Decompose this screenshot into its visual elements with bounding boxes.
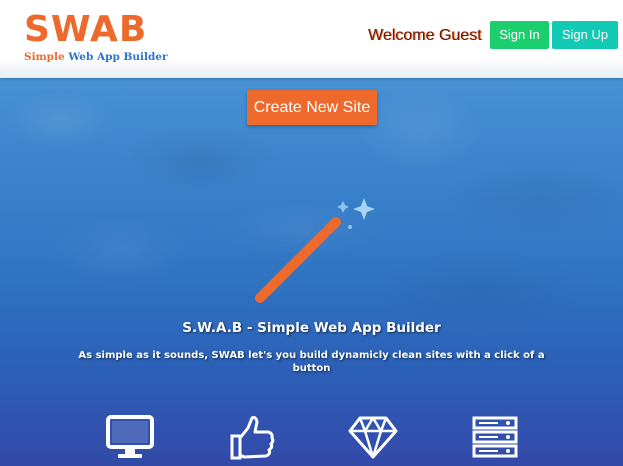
magic-wand-icon xyxy=(255,198,375,303)
create-new-site-button[interactable]: Create New Site xyxy=(247,90,377,125)
diamond-icon xyxy=(348,416,398,459)
logo-subtitle: Simple Web App Builder xyxy=(24,51,168,63)
welcome-text: Welcome Guest xyxy=(368,27,482,44)
logo-subtitle-rest: Web App Builder xyxy=(68,51,168,63)
logo-subtitle-simple: Simple xyxy=(24,51,65,63)
thumbs-up-icon xyxy=(230,416,275,460)
header: SWAB Simple Web App Builder Welcome Gues… xyxy=(0,0,623,78)
desktop-icon xyxy=(106,415,154,458)
logo-title: SWAB xyxy=(24,9,148,50)
hero-title: S.W.A.B - Simple Web App Builder xyxy=(182,320,441,336)
hero-subtitle: As simple as it sounds, SWAB let's you b… xyxy=(78,350,545,374)
sign-up-button[interactable]: Sign Up xyxy=(552,21,618,49)
server-icon xyxy=(472,416,518,458)
page: SWAB Simple Web App Builder Welcome Gues… xyxy=(0,0,623,466)
logo[interactable]: SWAB Simple Web App Builder xyxy=(24,9,168,64)
sign-in-button[interactable]: Sign In xyxy=(490,21,549,49)
